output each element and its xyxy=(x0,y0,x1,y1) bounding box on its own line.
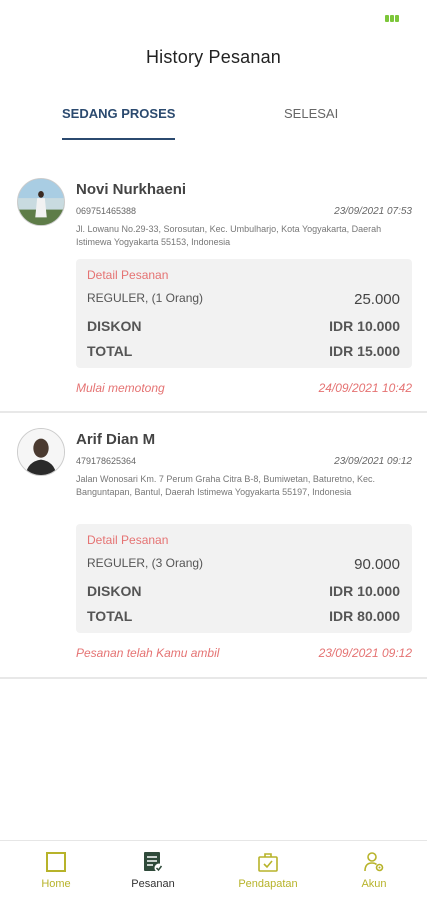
tab-bar: SEDANG PROSES SELESAI xyxy=(0,100,427,142)
tab-selesai[interactable]: SELESAI xyxy=(284,106,338,121)
customer-phone: 479178625364 xyxy=(76,456,137,466)
nav-akun[interactable]: Akun xyxy=(329,851,419,890)
active-tab-indicator xyxy=(62,138,175,140)
avatar xyxy=(17,178,65,226)
order-datetime: 23/09/2021 07:53 xyxy=(334,206,412,217)
nav-home[interactable]: Home xyxy=(11,851,101,890)
detail-title[interactable]: Detail Pesanan xyxy=(87,533,168,547)
home-square-icon xyxy=(46,852,66,872)
customer-address: Jl. Lowanu No.29-33, Sorosutan, Kec. Umb… xyxy=(76,224,382,247)
discount-label: DISKON xyxy=(87,318,142,334)
discount-value: IDR 10.000 xyxy=(329,583,400,599)
battery-icon xyxy=(385,15,399,22)
total-value: IDR 80.000 xyxy=(329,608,400,624)
status-time: 23/09/2021 09:12 xyxy=(318,646,412,660)
service-label: REGULER, (3 Orang) xyxy=(87,556,204,570)
discount-value: IDR 10.000 xyxy=(329,318,400,334)
service-price: 25.000 xyxy=(354,291,400,308)
avatar xyxy=(17,428,65,476)
order-status: Pesanan telah Kamu ambil xyxy=(76,646,220,660)
service-price: 90.000 xyxy=(354,556,400,573)
customer-address: Jalan Wonosari Km. 7 Perum Graha Citra B… xyxy=(76,474,375,497)
order-list-icon xyxy=(144,852,164,873)
status-bar xyxy=(0,0,427,34)
customer-phone: 069751465388 xyxy=(76,206,137,216)
total-label: TOTAL xyxy=(87,343,133,359)
nav-pesanan[interactable]: Pesanan xyxy=(108,851,198,890)
nav-pendapatan-label: Pendapatan xyxy=(238,878,298,890)
order-detail-box: Detail Pesanan REGULER, (3 Orang) 90.000… xyxy=(76,524,412,633)
order-status: Mulai memotong xyxy=(76,381,165,395)
service-label: REGULER, (1 Orang) xyxy=(87,291,204,305)
order-datetime: 23/09/2021 09:12 xyxy=(334,456,412,467)
nav-pendapatan[interactable]: Pendapatan xyxy=(223,851,313,890)
page-title: History Pesanan xyxy=(145,47,282,67)
tab-sedang-proses[interactable]: SEDANG PROSES xyxy=(62,106,175,121)
bottom-navigation: Home Pesanan Pendapatan Akun xyxy=(0,840,427,900)
order-card[interactable]: Arif Dian M 479178625364 23/09/2021 09:1… xyxy=(0,420,427,679)
nav-pesanan-label: Pesanan xyxy=(131,878,175,890)
total-value: IDR 15.000 xyxy=(329,343,400,359)
status-time: 24/09/2021 10:42 xyxy=(318,381,412,395)
total-label: TOTAL xyxy=(87,608,133,624)
order-card[interactable]: Novi Nurkhaeni 069751465388 23/09/2021 0… xyxy=(0,170,427,413)
customer-name: Novi Nurkhaeni xyxy=(76,181,187,198)
nav-home-label: Home xyxy=(41,878,71,890)
user-gear-icon xyxy=(364,852,384,872)
order-detail-box: Detail Pesanan REGULER, (1 Orang) 25.000… xyxy=(76,259,412,368)
discount-label: DISKON xyxy=(87,583,142,599)
briefcase-check-icon xyxy=(258,853,278,872)
nav-akun-label: Akun xyxy=(361,878,387,890)
customer-name: Arif Dian M xyxy=(76,431,156,448)
detail-title[interactable]: Detail Pesanan xyxy=(87,268,168,282)
